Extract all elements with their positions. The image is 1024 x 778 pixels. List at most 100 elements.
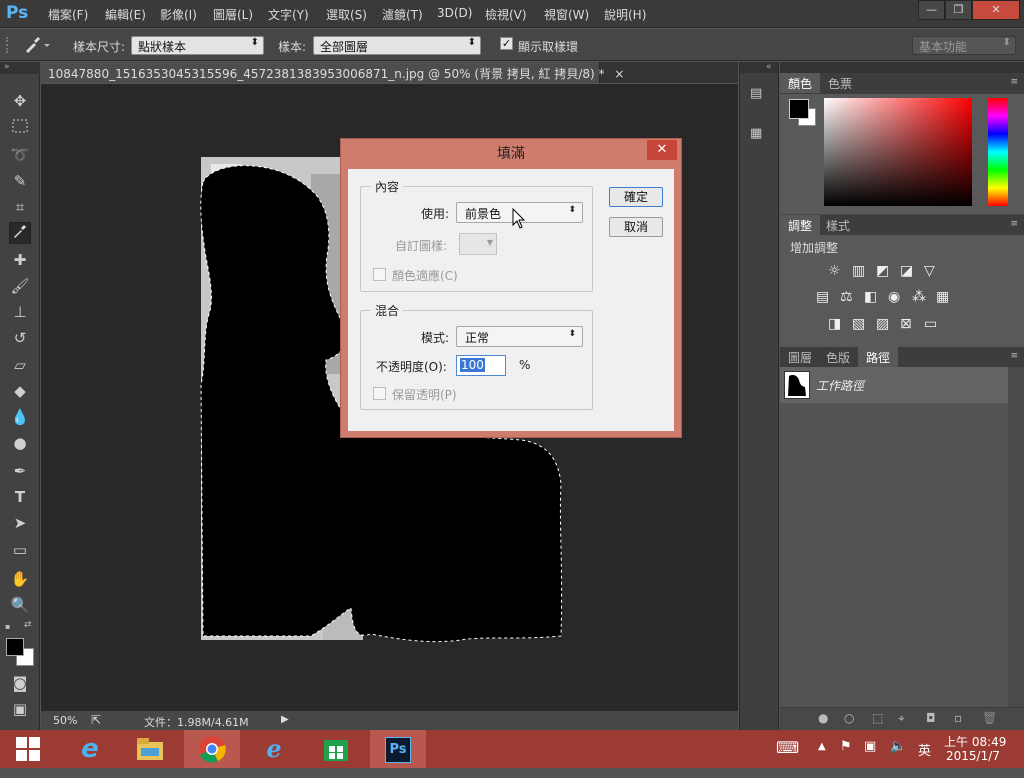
path-row[interactable]: 工作路徑 bbox=[780, 367, 1008, 403]
paint-bucket-icon[interactable]: ◆ bbox=[9, 380, 31, 402]
close-tab-icon[interactable]: × bbox=[614, 67, 624, 81]
type-tool-icon[interactable]: T bbox=[9, 486, 31, 508]
menu-view[interactable]: 檢視(V) bbox=[485, 6, 527, 23]
grip-handle[interactable] bbox=[6, 37, 12, 53]
add-mask-icon[interactable]: ◘ bbox=[926, 711, 936, 725]
photo-filter-icon[interactable]: ◉ bbox=[888, 289, 900, 305]
move-tool-icon[interactable]: ✥ bbox=[9, 90, 31, 112]
vibrance-icon[interactable]: ▽ bbox=[924, 263, 935, 279]
marquee-tool-icon[interactable] bbox=[9, 117, 31, 139]
restore-button[interactable]: ❐ bbox=[945, 0, 972, 20]
tab-paths[interactable]: 路徑 bbox=[858, 347, 899, 367]
show-hidden-icons[interactable]: ▲ bbox=[818, 741, 826, 752]
mode-select[interactable]: 正常 ⬍ bbox=[456, 326, 583, 347]
zoom-level[interactable]: 50% bbox=[53, 714, 77, 727]
panel-menu-icon[interactable]: ≡ bbox=[1010, 351, 1018, 361]
brightness-icon[interactable]: ☼ bbox=[828, 263, 841, 279]
menu-type[interactable]: 文字(Y) bbox=[268, 6, 309, 23]
pen-tool-icon[interactable]: ✒ bbox=[9, 460, 31, 482]
gradient-map-icon[interactable]: ▭ bbox=[924, 316, 937, 332]
threshold-icon[interactable]: ▨ bbox=[876, 316, 889, 332]
panel-menu-icon[interactable]: ≡ bbox=[1010, 77, 1018, 87]
hue-slider[interactable] bbox=[988, 98, 1008, 206]
path-select-icon[interactable]: ➤ bbox=[9, 512, 31, 534]
black-white-icon[interactable]: ◧ bbox=[864, 289, 877, 305]
brush-tool-icon[interactable]: 🖌 bbox=[9, 275, 31, 297]
sample-size-select[interactable]: 點狀樣本 ⬍ bbox=[131, 36, 264, 55]
crop-tool-icon[interactable]: ⌗ bbox=[9, 196, 31, 218]
collapse-icon[interactable]: » bbox=[0, 62, 40, 74]
tab-adjustments[interactable]: 調整 bbox=[780, 215, 821, 235]
start-button[interactable] bbox=[0, 730, 56, 768]
new-path-icon[interactable]: ▫ bbox=[954, 711, 962, 725]
clock-date[interactable]: 2015/1/7 bbox=[946, 749, 1000, 763]
preserve-transparency-checkbox[interactable] bbox=[373, 387, 386, 400]
menu-window[interactable]: 視窗(W) bbox=[544, 6, 589, 23]
healing-brush-icon[interactable]: ✚ bbox=[9, 249, 31, 271]
selective-color-icon[interactable]: ⊠ bbox=[900, 316, 912, 332]
screen-mode-icon[interactable]: ▣ bbox=[9, 698, 31, 720]
dodge-tool-icon[interactable]: ● bbox=[9, 432, 31, 454]
document-tab[interactable]: 10847880_1516353045315596_45723813839530… bbox=[40, 62, 624, 83]
photoshop-taskbar-icon[interactable]: Ps bbox=[370, 730, 426, 768]
levels-icon[interactable]: ▥ bbox=[852, 263, 865, 279]
hand-tool-icon[interactable]: ✋ bbox=[9, 568, 31, 590]
lasso-tool-icon[interactable]: ➰ bbox=[9, 144, 31, 166]
quick-mask-icon[interactable]: ◙ bbox=[9, 672, 31, 694]
tab-layers[interactable]: 圖層 bbox=[780, 347, 820, 367]
workspace-select[interactable]: 基本功能 ⬍ bbox=[912, 36, 1016, 55]
foreground-color-swatch[interactable] bbox=[6, 638, 24, 656]
tab-channels[interactable]: 色版 bbox=[818, 347, 858, 367]
cancel-button[interactable]: 取消 bbox=[609, 217, 663, 237]
internet-explorer-icon[interactable]: e bbox=[62, 730, 118, 768]
opacity-input[interactable]: 100 bbox=[456, 355, 506, 376]
default-colors-icon[interactable]: ▪ bbox=[5, 622, 15, 631]
zoom-tool-icon[interactable]: 🔍 bbox=[9, 594, 31, 616]
network-icon[interactable]: ▣ bbox=[864, 739, 876, 754]
scrollbar[interactable] bbox=[1008, 367, 1024, 707]
menu-select[interactable]: 選取(S) bbox=[326, 6, 367, 23]
close-window-button[interactable]: ✕ bbox=[972, 0, 1020, 20]
tab-swatches[interactable]: 色票 bbox=[820, 73, 860, 93]
tab-styles[interactable]: 樣式 bbox=[818, 215, 858, 235]
tab-color[interactable]: 顏色 bbox=[780, 73, 821, 93]
stamp-tool-icon[interactable]: ⊥ bbox=[9, 301, 31, 323]
channel-mixer-icon[interactable]: ⁂ bbox=[912, 289, 926, 305]
make-path-icon[interactable]: ⌖ bbox=[898, 711, 905, 726]
show-ring-checkbox[interactable]: ✓ bbox=[500, 37, 513, 50]
menu-file[interactable]: 檔案(F) bbox=[48, 6, 88, 23]
minimize-button[interactable]: — bbox=[918, 0, 945, 20]
dialog-close-button[interactable]: ✕ bbox=[647, 140, 677, 160]
menu-layer[interactable]: 圖層(L) bbox=[213, 6, 253, 23]
color-field[interactable] bbox=[824, 98, 972, 206]
menu-3d[interactable]: 3D(D) bbox=[437, 6, 472, 20]
menu-image[interactable]: 影像(I) bbox=[160, 6, 197, 23]
ie-updater-icon[interactable]: ℯ bbox=[246, 730, 302, 768]
exposure-icon[interactable]: ◪ bbox=[900, 263, 913, 279]
collapse-icon[interactable]: « bbox=[740, 62, 778, 73]
rectangle-tool-icon[interactable]: ▭ bbox=[9, 539, 31, 561]
posterize-icon[interactable]: ▧ bbox=[852, 316, 865, 332]
export-icon[interactable]: ⇱ bbox=[91, 713, 101, 727]
color-adapt-checkbox[interactable] bbox=[373, 268, 386, 281]
blur-tool-icon[interactable]: 💧 bbox=[9, 406, 31, 428]
hue-saturation-icon[interactable]: ▤ bbox=[816, 289, 829, 305]
fill-path-icon[interactable]: ● bbox=[818, 711, 828, 725]
menu-help[interactable]: 說明(H) bbox=[604, 6, 646, 23]
properties-panel-icon[interactable]: ▦ bbox=[750, 126, 770, 148]
color-lookup-icon[interactable]: ▦ bbox=[936, 289, 949, 305]
stroke-path-icon[interactable]: ○ bbox=[844, 711, 854, 725]
menu-edit[interactable]: 編輯(E) bbox=[105, 6, 146, 23]
delete-path-icon[interactable]: 🗑 bbox=[982, 711, 997, 725]
ok-button[interactable]: 確定 bbox=[609, 187, 663, 207]
store-icon[interactable] bbox=[308, 730, 364, 768]
load-selection-icon[interactable]: ⬚ bbox=[872, 711, 883, 725]
curves-icon[interactable]: ◩ bbox=[876, 263, 889, 279]
invert-icon[interactable]: ◨ bbox=[828, 316, 841, 332]
eyedropper-tool-icon[interactable] bbox=[9, 222, 31, 244]
history-panel-icon[interactable]: ▤ bbox=[750, 86, 770, 108]
panel-menu-icon[interactable]: ≡ bbox=[1010, 219, 1018, 229]
clock-time[interactable]: 上午 08:49 bbox=[944, 733, 1006, 750]
foreground-color-swatch[interactable] bbox=[789, 99, 809, 119]
status-menu-arrow-icon[interactable]: ▶ bbox=[281, 714, 289, 725]
